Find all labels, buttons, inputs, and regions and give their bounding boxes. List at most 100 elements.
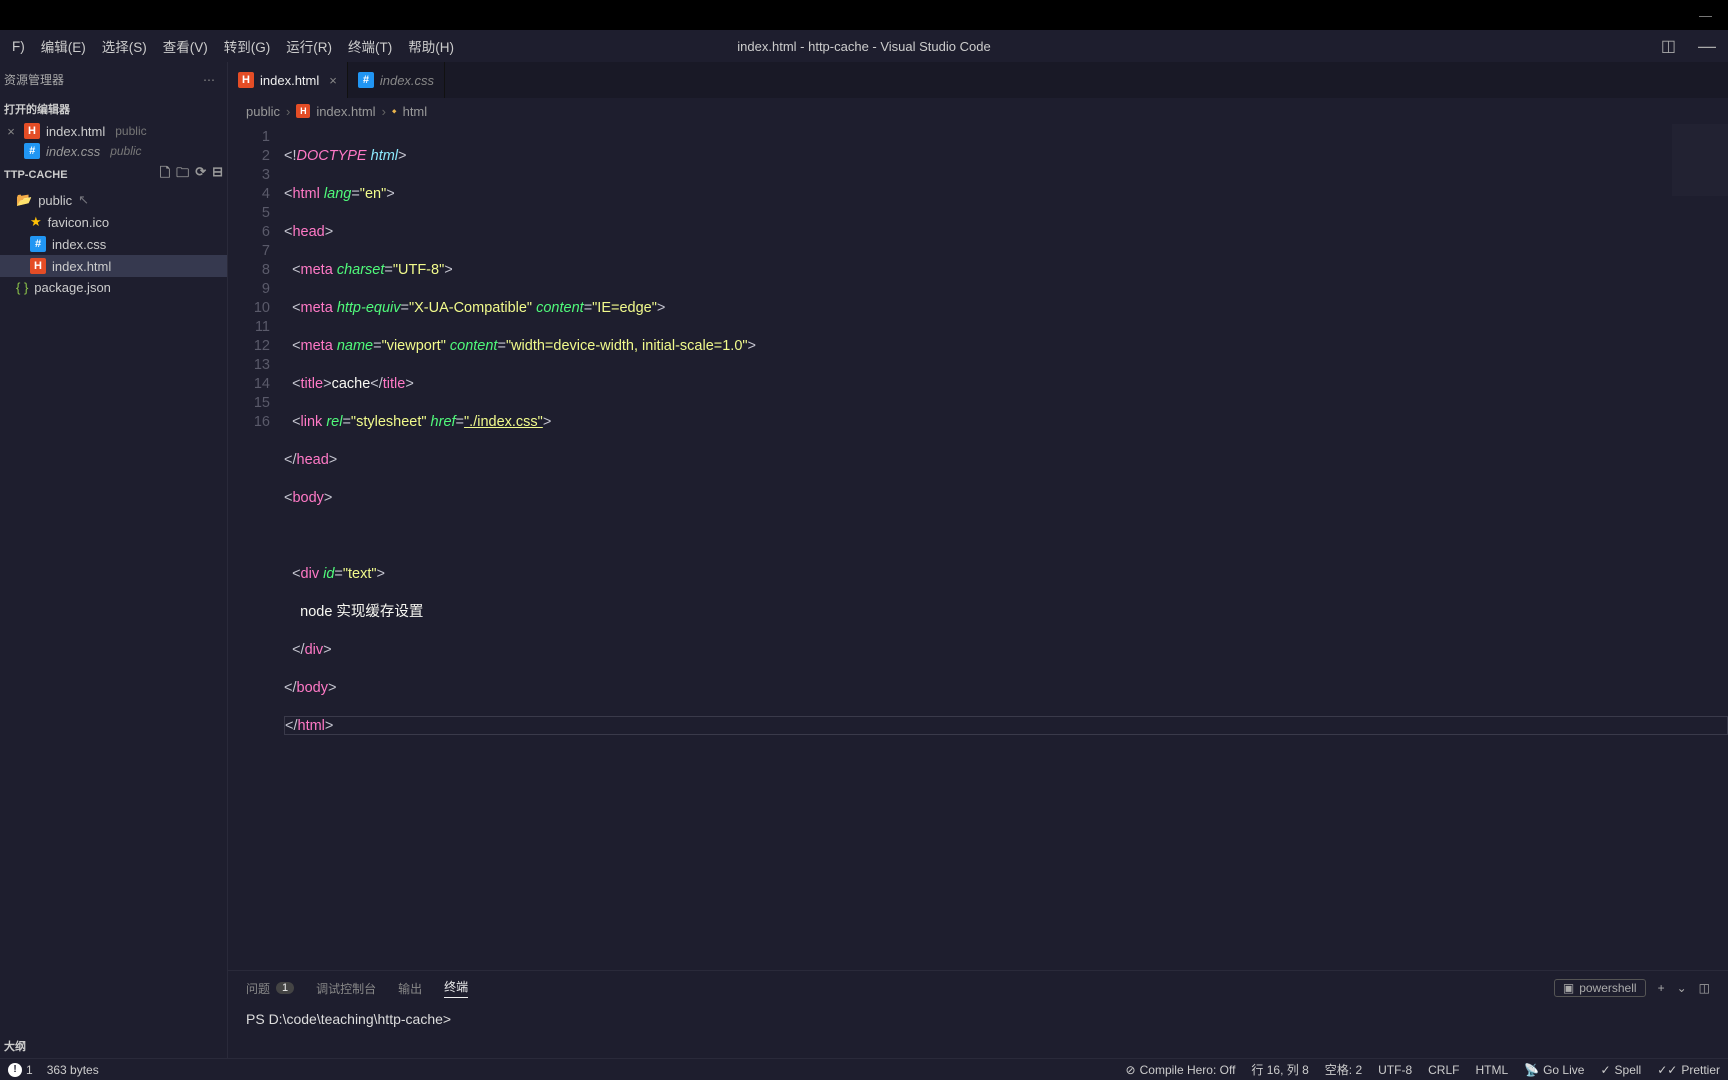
tree-file-favicon[interactable]: ★ favicon.ico [0, 211, 227, 233]
status-problems[interactable]: ! 1 [8, 1063, 33, 1077]
code-content[interactable]: <!DOCTYPE html> <html lang="en"> <head> … [284, 124, 1728, 970]
tree-folder-public[interactable]: 📂 public ↖ [0, 189, 227, 211]
open-editor-filename: index.html [46, 124, 105, 139]
tree-label: index.css [52, 237, 106, 252]
tree-file-css[interactable]: # index.css [0, 233, 227, 255]
breadcrumb-item[interactable]: html [403, 104, 428, 119]
status-bar: ! 1 363 bytes ⊘ Compile Hero: Off 行 16, … [0, 1058, 1728, 1080]
open-editor-filename: index.css [46, 144, 100, 159]
open-editor-item[interactable]: × H index.html public [0, 121, 227, 141]
json-file-icon: { } [16, 280, 28, 295]
breadcrumb-item[interactable]: index.html [316, 104, 375, 119]
minimap[interactable] [1672, 124, 1728, 244]
menu-view[interactable]: 查看(V) [155, 32, 216, 60]
status-language[interactable]: HTML [1475, 1063, 1508, 1077]
folder-icon: 📂 [16, 192, 32, 208]
tag-icon: ⬩ [392, 103, 397, 119]
tree-label: package.json [34, 280, 111, 295]
status-cursor-pos[interactable]: 行 16, 列 8 [1251, 1061, 1308, 1078]
explorer-title: 资源管理器 [4, 71, 64, 88]
terminal-prompt: PS D:\code\teaching\http-cache> [246, 1011, 451, 1027]
terminal-icon: ▣ [1563, 981, 1574, 995]
breadcrumb-item[interactable]: public [246, 104, 280, 119]
minimize-icon[interactable]: — [1698, 36, 1716, 57]
open-editors-header[interactable]: 打开的编辑器 [0, 97, 227, 121]
status-spell[interactable]: ✓ Spell [1600, 1063, 1641, 1077]
terminal[interactable]: PS D:\code\teaching\http-cache> [228, 1005, 1728, 1058]
explorer-sidebar: 资源管理器 ⋯ 打开的编辑器 × H index.html public # i… [0, 62, 228, 1058]
status-indent[interactable]: 空格: 2 [1325, 1061, 1362, 1078]
breadcrumbs[interactable]: public › H index.html › ⬩ html [228, 98, 1728, 124]
status-eol[interactable]: CRLF [1428, 1063, 1459, 1077]
new-terminal-icon[interactable]: + [1658, 981, 1665, 995]
broadcast-icon: 📡 [1524, 1063, 1539, 1077]
line-gutter: 12345678 910111213141516 [228, 124, 284, 970]
menu-bar: F) 编辑(E) 选择(S) 查看(V) 转到(G) 运行(R) 终端(T) 帮… [0, 30, 1728, 62]
project-header[interactable]: TTP-CACHE 🗋 🗀 ⟳ ⊟ [0, 161, 227, 189]
menu-select[interactable]: 选择(S) [94, 32, 155, 60]
chevron-right-icon: › [286, 104, 290, 119]
css-file-icon: # [24, 143, 40, 159]
refresh-icon[interactable]: ⟳ [195, 164, 206, 186]
status-compile-hero[interactable]: ⊘ Compile Hero: Off [1126, 1063, 1236, 1077]
check-icon: ✓✓ [1657, 1063, 1677, 1077]
menu-goto[interactable]: 转到(G) [216, 32, 279, 60]
window-minimize-icon[interactable]: — [1699, 8, 1712, 23]
menu-file[interactable]: F) [4, 35, 33, 58]
status-go-live[interactable]: 📡 Go Live [1524, 1063, 1584, 1077]
terminal-shell-selector[interactable]: ▣ powershell [1554, 979, 1646, 997]
ban-icon: ⊘ [1126, 1063, 1136, 1077]
problems-badge: 1 [276, 982, 294, 994]
favicon-icon: ★ [30, 214, 42, 230]
tree-file-html[interactable]: H index.html [0, 255, 227, 277]
os-titlebar: — [0, 0, 1728, 30]
menu-edit[interactable]: 编辑(E) [33, 32, 94, 60]
html-file-icon: H [238, 72, 254, 88]
panel-tab-debug[interactable]: 调试控制台 [316, 980, 376, 997]
chevron-right-icon: › [382, 104, 386, 119]
split-terminal-icon[interactable]: ◫ [1699, 981, 1710, 995]
explorer-more-icon[interactable]: ⋯ [203, 73, 215, 87]
new-folder-icon[interactable]: 🗀 [176, 164, 189, 186]
editor-tabs: H index.html × # index.css [228, 62, 1728, 98]
panel-tab-terminal[interactable]: 终端 [444, 978, 468, 998]
menu-run[interactable]: 运行(R) [278, 32, 340, 60]
tab-label: index.css [380, 73, 434, 88]
css-file-icon: # [358, 72, 374, 88]
tree-file-package-json[interactable]: { } package.json [0, 277, 227, 298]
css-file-icon: # [30, 236, 46, 252]
editor-area: H index.html × # index.css public › H in… [228, 62, 1728, 1058]
warning-icon: ! [8, 1063, 22, 1077]
html-file-icon: H [30, 258, 46, 274]
tab-index-css[interactable]: # index.css [348, 62, 445, 98]
status-prettier[interactable]: ✓✓ Prettier [1657, 1063, 1720, 1077]
html-file-icon: H [24, 123, 40, 139]
collapse-icon[interactable]: ⊟ [212, 164, 223, 186]
status-filesize[interactable]: 363 bytes [47, 1063, 99, 1077]
close-icon[interactable]: × [329, 73, 337, 88]
open-editor-path: public [115, 124, 146, 138]
status-encoding[interactable]: UTF-8 [1378, 1063, 1412, 1077]
cursor-icon: ↖ [78, 192, 89, 208]
project-name: TTP-CACHE [4, 169, 68, 181]
window-title: index.html - http-cache - Visual Studio … [737, 39, 990, 54]
close-icon[interactable]: × [4, 124, 18, 139]
panel-tab-output[interactable]: 输出 [398, 980, 422, 997]
html-file-icon: H [296, 104, 310, 118]
open-editor-item[interactable]: # index.css public [0, 141, 227, 161]
panel-tab-problems[interactable]: 问题 1 [246, 980, 294, 997]
open-editor-path: public [110, 144, 141, 158]
check-icon: ✓ [1600, 1063, 1610, 1077]
tree-label: favicon.ico [48, 215, 109, 230]
tab-index-html[interactable]: H index.html × [228, 62, 348, 98]
menu-help[interactable]: 帮助(H) [400, 32, 462, 60]
outline-header[interactable]: 大纲 [0, 1034, 227, 1058]
tree-label: index.html [52, 259, 111, 274]
tab-label: index.html [260, 73, 319, 88]
new-file-icon[interactable]: 🗋 [160, 164, 170, 186]
code-editor[interactable]: 12345678 910111213141516 <!DOCTYPE html>… [228, 124, 1728, 970]
layout-icon[interactable]: ◫ [1661, 36, 1676, 57]
chevron-down-icon[interactable]: ⌄ [1677, 981, 1687, 995]
tree-label: public [38, 193, 72, 208]
menu-terminal[interactable]: 终端(T) [340, 32, 400, 60]
